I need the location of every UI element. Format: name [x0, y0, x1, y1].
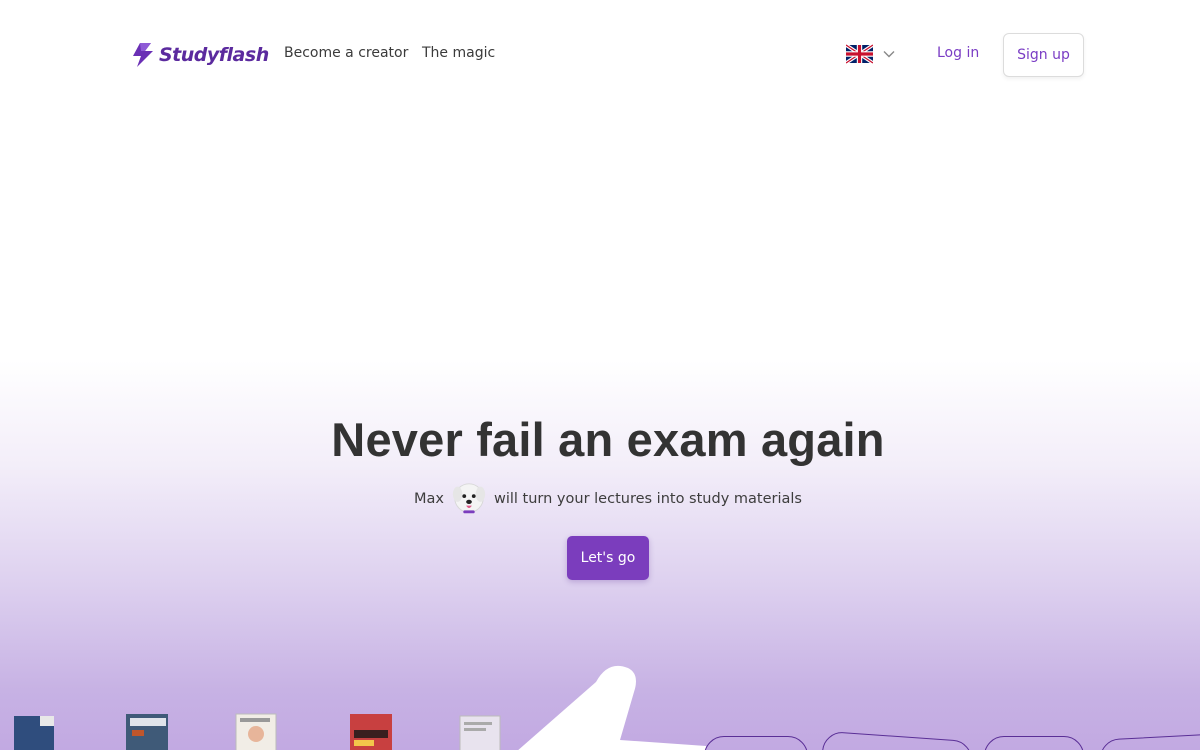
- dog-mascot-icon: [452, 483, 486, 514]
- book-cover-image: [350, 714, 392, 750]
- flashcard-outline: [820, 730, 974, 750]
- book-cover-image: [459, 715, 501, 750]
- login-link[interactable]: Log in: [937, 45, 979, 61]
- book-cover-image: [126, 714, 168, 750]
- nav-become-creator[interactable]: Become a creator: [284, 45, 408, 61]
- brand-logo[interactable]: Studyflash: [131, 40, 269, 70]
- nav-the-magic[interactable]: The magic: [422, 45, 495, 61]
- book-cover-image: [14, 716, 54, 750]
- uk-flag-icon: [846, 44, 873, 64]
- lets-go-button[interactable]: Let's go: [567, 536, 649, 580]
- signup-button[interactable]: Sign up: [1003, 33, 1084, 77]
- flashcard-outline: [984, 736, 1084, 750]
- subtitle-max: Max: [414, 491, 444, 507]
- chevron-down-icon: [883, 51, 895, 58]
- lightning-logo-icon: [133, 43, 153, 67]
- hero-subtitle: Max will turn your lectures into study m…: [0, 481, 1200, 517]
- header: Studyflash Become a creator The magic Lo…: [0, 0, 1200, 110]
- lightning-decoration-icon: [518, 665, 706, 750]
- language-selector[interactable]: [846, 44, 895, 64]
- subtitle-rest: will turn your lectures into study mater…: [494, 491, 802, 507]
- hero-title: Never fail an exam again: [331, 413, 885, 466]
- flashcard-outline: [704, 736, 808, 750]
- flashcard-outline: [1099, 732, 1200, 750]
- brand-name: Studyflash: [159, 44, 269, 66]
- page: Studyflash Become a creator The magic Lo…: [0, 0, 1200, 750]
- book-cover-image: [235, 713, 277, 750]
